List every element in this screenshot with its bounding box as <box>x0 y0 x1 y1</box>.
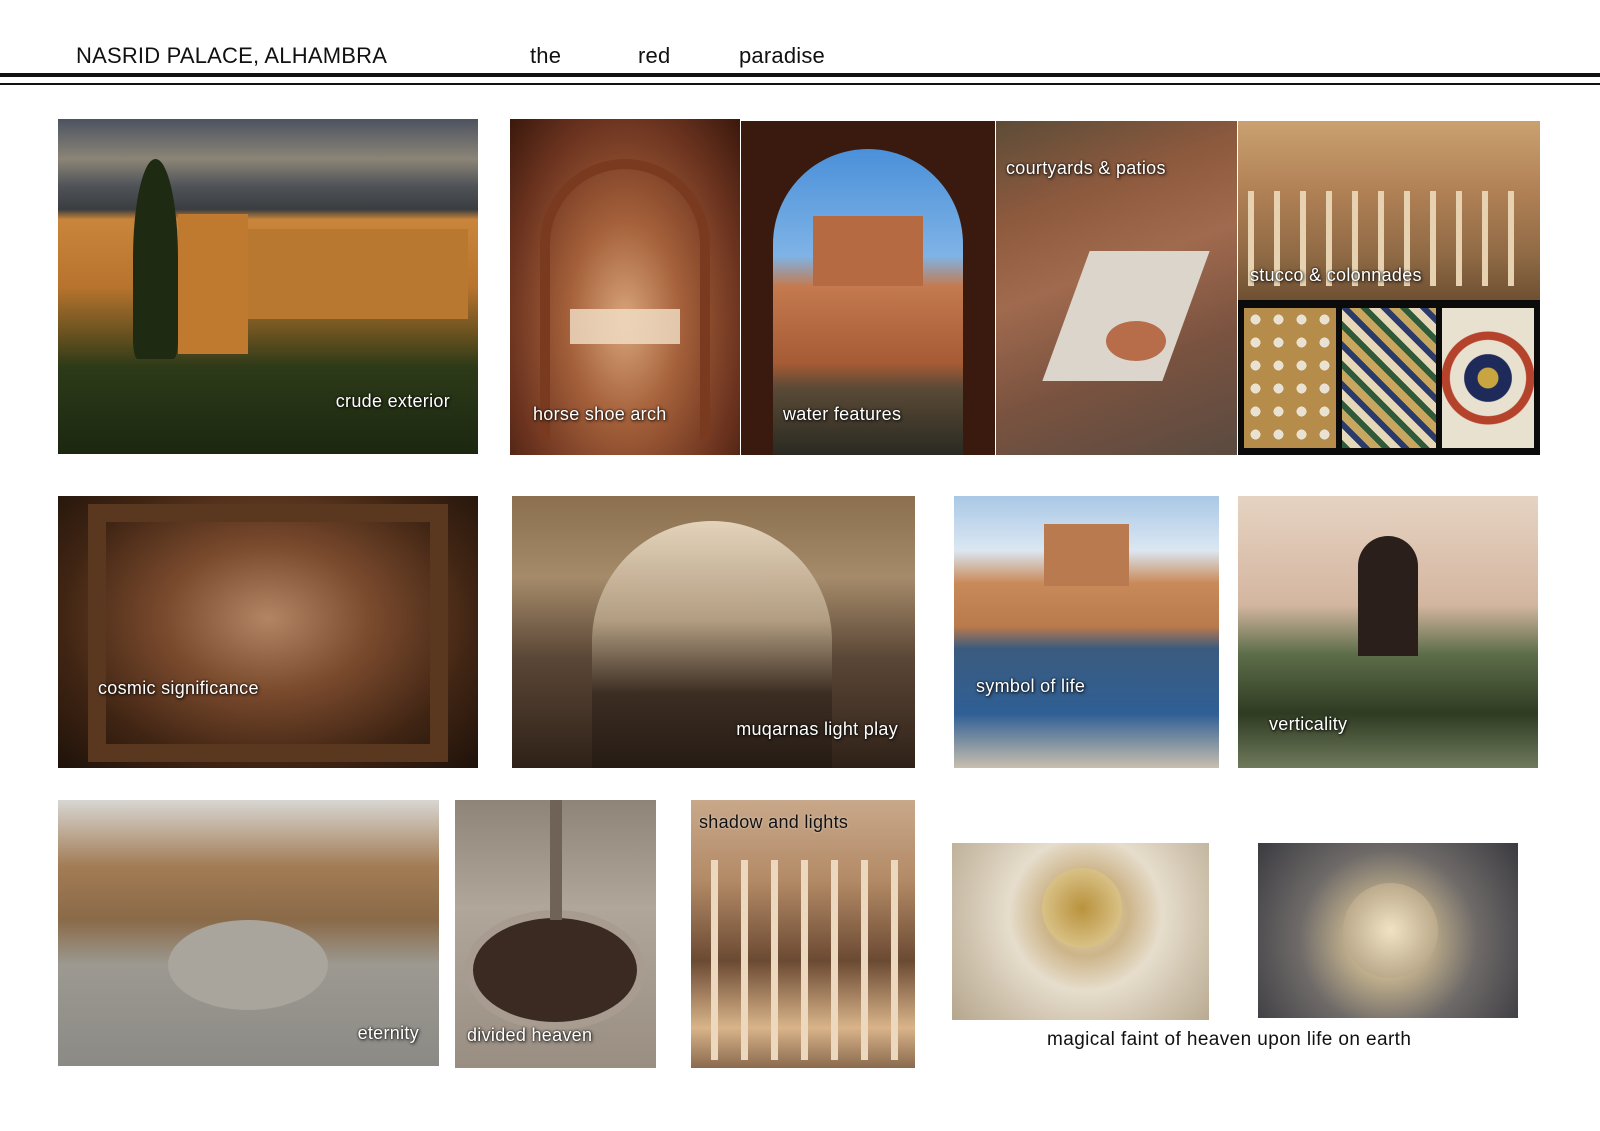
label-crude-exterior: crude exterior <box>335 391 450 411</box>
label-horse-shoe-arch: horse shoe arch <box>533 404 667 424</box>
courtyard-floor-shape <box>1042 251 1210 381</box>
photo-horse-shoe-arch: horse shoe arch <box>510 119 740 455</box>
tile-pattern-b <box>1342 308 1436 448</box>
label-water-features: water features <box>783 404 902 424</box>
subtitle-word-red: red <box>638 43 671 68</box>
page-title: NASRID PALACE, ALHAMBRA <box>76 43 388 68</box>
photo-divided-heaven: divided heaven <box>455 800 656 1068</box>
lion-fountain-shape <box>168 920 328 1010</box>
header-rule-thick <box>0 73 1600 77</box>
tile-pattern-a <box>1244 308 1336 448</box>
label-cosmic-significance: cosmic significance <box>98 678 259 698</box>
caption-heaven-on-earth: magical faint of heaven upon life on ear… <box>1047 1029 1412 1050</box>
subtitle-word-paradise: paradise <box>739 43 825 68</box>
round-basin-shape <box>465 910 645 1030</box>
photo-verticality: verticality <box>1238 496 1538 768</box>
photo-shadow-and-lights: shadow and lights <box>691 800 915 1068</box>
dome-center-shape <box>1042 868 1122 948</box>
star-dome-shape <box>1343 883 1438 978</box>
label-muqarnas-light-play: muqarnas light play <box>736 719 898 739</box>
photo-muqarnas-dome-2 <box>1258 843 1518 1018</box>
doorway-shape <box>1358 536 1418 656</box>
photo-eternity: eternity <box>58 800 439 1066</box>
window-light-shape <box>570 309 680 344</box>
label-shadow-and-lights: shadow and lights <box>699 812 849 832</box>
cypress-shape <box>133 159 178 359</box>
arch-shape <box>540 159 710 439</box>
ceiling-frame-shape <box>88 504 448 762</box>
photo-muqarnas-light-play: muqarnas light play <box>512 496 915 768</box>
photo-tile-pattern-strip <box>1238 300 1540 455</box>
fountain-shape <box>1106 321 1166 361</box>
slender-columns-shape <box>711 860 901 1060</box>
photo-symbol-of-life: symbol of life <box>954 496 1219 768</box>
header-rule-thin <box>0 83 1600 85</box>
label-stucco-colonnades: stucco & colonnades <box>1250 265 1422 285</box>
label-verticality: verticality <box>1269 714 1348 734</box>
label-symbol-of-life: symbol of life <box>976 676 1086 696</box>
label-divided-heaven: divided heaven <box>467 1025 593 1045</box>
comares-tower-shape <box>813 216 923 286</box>
label-courtyards-patios: courtyards & patios <box>1006 158 1166 178</box>
photo-cosmic-significance: cosmic significance <box>58 496 478 768</box>
photo-muqarnas-dome-1 <box>952 843 1209 1020</box>
label-eternity: eternity <box>357 1023 419 1043</box>
water-channel-shape <box>550 800 562 920</box>
subtitle-word-the: the <box>530 43 562 68</box>
photo-stucco-colonnades: stucco & colonnades <box>1238 121 1540 300</box>
photo-courtyards-patios: courtyards & patios <box>996 121 1237 455</box>
tower-shape-2 <box>1044 524 1129 586</box>
photo-water-features: water features <box>741 121 995 455</box>
palace-wall-shape <box>248 229 468 319</box>
photo-crude-exterior: crude exterior <box>58 119 478 454</box>
tower-shape <box>178 214 248 354</box>
tile-pattern-c <box>1442 308 1534 448</box>
